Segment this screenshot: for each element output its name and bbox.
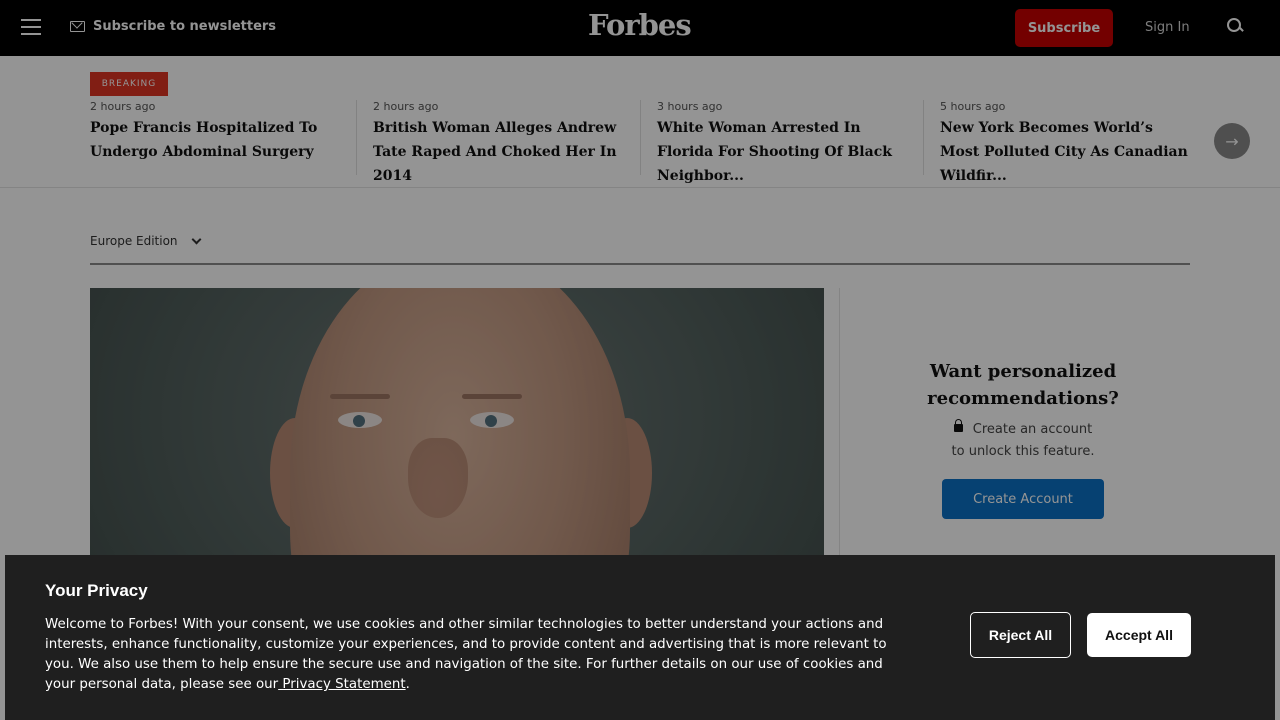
- reject-all-button[interactable]: Reject All: [970, 612, 1071, 658]
- privacy-banner: Your Privacy Welcome to Forbes! With you…: [5, 555, 1275, 720]
- accept-all-button[interactable]: Accept All: [1087, 613, 1191, 657]
- privacy-period: .: [405, 677, 410, 692]
- privacy-title: Your Privacy: [45, 581, 148, 600]
- privacy-body: Welcome to Forbes! With your consent, we…: [45, 615, 915, 695]
- privacy-statement-link[interactable]: Privacy Statement: [278, 677, 405, 692]
- privacy-text: Welcome to Forbes! With your consent, we…: [45, 617, 887, 692]
